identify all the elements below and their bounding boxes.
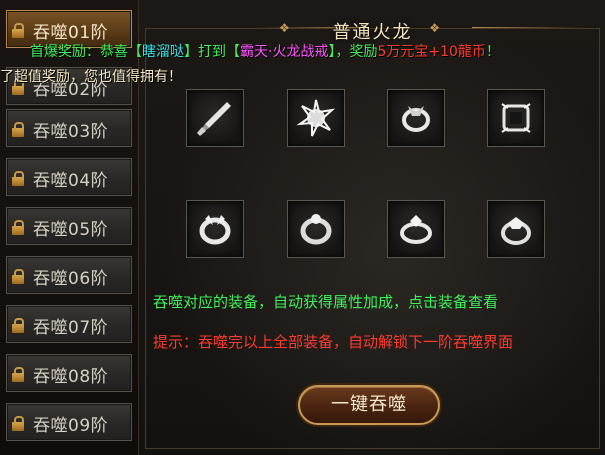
lock-icon xyxy=(12,367,24,382)
ring-icon xyxy=(400,215,432,244)
devour-hint-text: 提示：吞噬完以上全部装备，自动解锁下一阶吞噬界面 xyxy=(153,333,514,351)
tier-tab-09[interactable]: 吞噬09阶 xyxy=(6,403,132,441)
broadcast-reward2: 10龍币 xyxy=(440,44,486,60)
equip-slot-8[interactable] xyxy=(487,200,545,258)
lock-icon xyxy=(12,23,24,38)
broadcast-item: 霸天·火龙战戒 xyxy=(240,44,329,60)
broadcast-plus: + xyxy=(428,44,441,60)
lock-icon xyxy=(12,318,24,333)
bracelet-icon xyxy=(199,215,231,245)
necklace-icon xyxy=(296,99,336,137)
tier-label: 吞噬06阶 xyxy=(33,269,109,289)
title-divider-right xyxy=(472,27,582,28)
ring-icon xyxy=(501,217,531,245)
tier-label: 吞噬09阶 xyxy=(33,416,109,436)
lock-icon xyxy=(12,416,24,431)
lock-icon xyxy=(12,122,24,137)
tier-label: 吞噬08阶 xyxy=(33,367,109,387)
broadcast-end: ！ xyxy=(485,44,500,60)
equip-slot-5[interactable] xyxy=(186,200,244,258)
bracelet-icon xyxy=(402,106,430,132)
tier-tab-06[interactable]: 吞噬06阶 xyxy=(6,256,132,294)
equip-slot-7[interactable] xyxy=(387,200,445,258)
panel-title-bar: ❖ 普通火龙 ❖ xyxy=(139,8,605,43)
tier-label: 吞噬01阶 xyxy=(33,23,109,43)
tier-label: 吞噬03阶 xyxy=(33,122,109,142)
bracelet-icon xyxy=(300,214,332,245)
equip-slot-1[interactable] xyxy=(186,89,244,147)
lock-icon xyxy=(12,80,24,95)
broadcast-prefix: 首爆奖励：恭喜【 xyxy=(30,44,142,60)
broadcast-mid: 】打到【 xyxy=(184,44,240,60)
broadcast-message-line2: 了超值奖励，您也值得拥有！ xyxy=(0,69,182,85)
ornament-icon: ❖ xyxy=(429,21,440,35)
devour-info-text: 吞噬对应的装备，自动获得属性加成，点击装备查看 xyxy=(153,293,499,311)
equip-slot-6[interactable] xyxy=(287,200,345,258)
equip-slot-4[interactable] xyxy=(487,89,545,147)
tier-tab-08[interactable]: 吞噬08阶 xyxy=(6,354,132,392)
equip-slot-3[interactable] xyxy=(387,89,445,147)
tier-tab-03[interactable]: 吞噬03阶 xyxy=(6,109,132,147)
broadcast-reward1: 5万元宝 xyxy=(377,44,429,60)
lock-icon xyxy=(12,269,24,284)
broadcast-player: 瞎溜哒 xyxy=(142,44,184,60)
broadcast-mid2: 】，奖励 xyxy=(328,44,378,60)
tier-label: 吞噬04阶 xyxy=(33,171,109,191)
sword-icon xyxy=(197,102,231,136)
one-click-devour-button[interactable]: 一键吞噬 xyxy=(298,385,440,425)
broadcast-message: 首爆奖励：恭喜【瞎溜哒】打到【霸天·火龙战戒】，奖励5万元宝+10龍币！ xyxy=(30,41,500,61)
tier-label: 吞噬07阶 xyxy=(33,318,109,338)
lock-icon xyxy=(12,171,24,186)
tier-tab-05[interactable]: 吞噬05阶 xyxy=(6,207,132,245)
tier-label: 吞噬05阶 xyxy=(33,220,109,240)
helmet-icon xyxy=(501,103,531,133)
equip-slot-2[interactable] xyxy=(287,89,345,147)
lock-icon xyxy=(12,220,24,235)
tier-tab-07[interactable]: 吞噬07阶 xyxy=(6,305,132,343)
tier-tab-04[interactable]: 吞噬04阶 xyxy=(6,158,132,196)
